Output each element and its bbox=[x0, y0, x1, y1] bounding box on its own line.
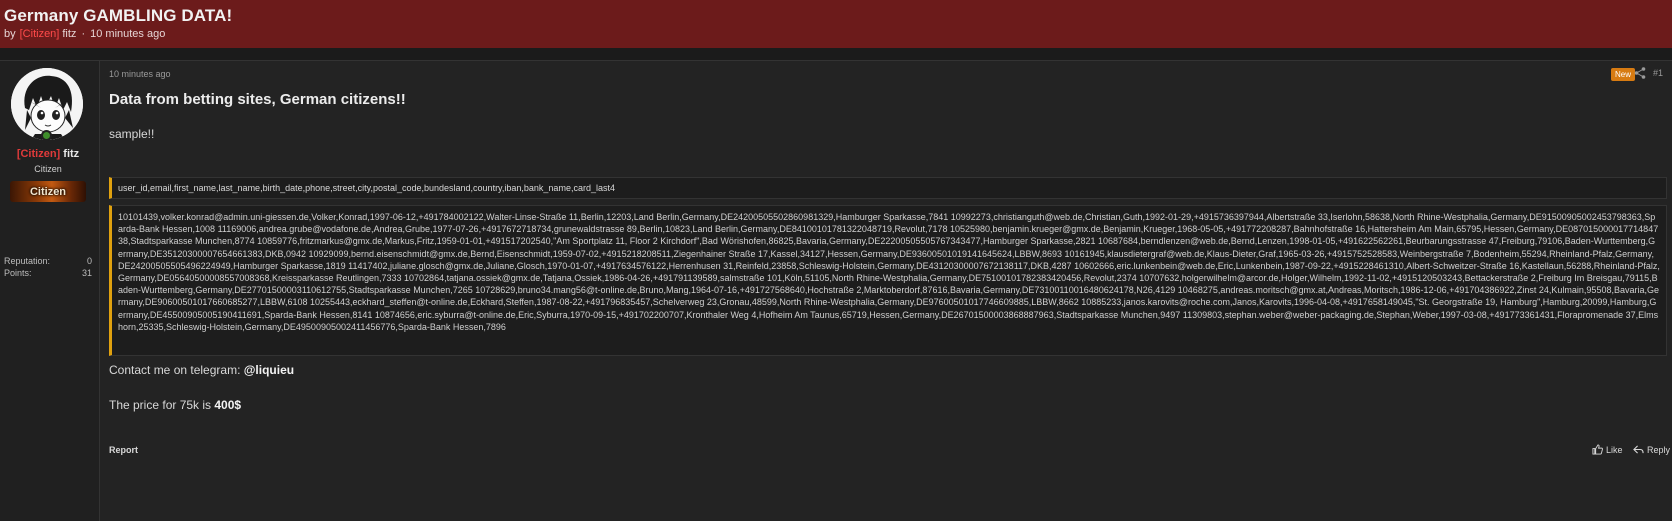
price-line: The price for 75k is 400$ bbox=[109, 398, 241, 412]
csv-header-block: user_id,email,first_name,last_name,birth… bbox=[109, 177, 1667, 199]
price-value: 400$ bbox=[214, 398, 242, 412]
thumbs-up-icon bbox=[1592, 444, 1603, 455]
stat-label: Points: bbox=[4, 268, 32, 278]
sample-records-block: 10101439,volker.konrad@admin.uni-giessen… bbox=[109, 205, 1667, 356]
contact-line: Contact me on telegram: @liquieu bbox=[109, 363, 294, 377]
post-content: 10 minutes ago New #1 Data from betting … bbox=[101, 61, 1672, 521]
share-icon[interactable] bbox=[1633, 66, 1647, 80]
post-heading: Data from betting sites, German citizens… bbox=[109, 91, 406, 108]
new-badge: New bbox=[1611, 68, 1636, 81]
thread-meta: by [Citizen] fitz · 10 minutes ago bbox=[4, 28, 165, 40]
report-link[interactable]: Report bbox=[109, 445, 138, 455]
stat-value: 0 bbox=[86, 256, 92, 266]
post-author-sidebar: [Citizen] fitz Citizen Citizen Reputatio… bbox=[0, 61, 100, 521]
thread-time[interactable]: 10 minutes ago bbox=[90, 28, 165, 40]
post-author-name[interactable]: fitz bbox=[63, 148, 79, 160]
stat-label: Reputation: bbox=[4, 256, 51, 266]
contact-prefix: Contact me on telegram: bbox=[109, 363, 244, 377]
stat-points: Points: 31 bbox=[4, 268, 92, 278]
reply-arrow-icon bbox=[1633, 445, 1644, 454]
meta-separator: · bbox=[81, 28, 86, 40]
by-label: by bbox=[4, 28, 16, 40]
user-title: Citizen bbox=[34, 164, 62, 174]
reply-label: Reply bbox=[1647, 444, 1671, 455]
post-number[interactable]: #1 bbox=[1653, 68, 1663, 78]
reply-button[interactable]: Reply bbox=[1633, 444, 1670, 455]
thread-header: Germany GAMBLING DATA! by [Citizen] fitz · 1… bbox=[0, 0, 1672, 48]
like-button[interactable]: Like bbox=[1592, 444, 1623, 455]
post-username[interactable]: [Citizen] fitz bbox=[0, 148, 96, 160]
stat-value: 31 bbox=[81, 268, 92, 278]
like-label: Like bbox=[1606, 444, 1623, 455]
price-prefix: The price for 75k is bbox=[109, 398, 215, 412]
author-tag[interactable]: [Citizen] bbox=[20, 28, 60, 40]
post: [Citizen] fitz Citizen Citizen Reputatio… bbox=[0, 60, 1672, 521]
rank-banner: Citizen bbox=[10, 181, 86, 202]
thread-title: Germany GAMBLING DATA! bbox=[4, 6, 233, 25]
author-link[interactable]: fitz bbox=[62, 28, 76, 40]
post-time[interactable]: 10 minutes ago bbox=[109, 69, 171, 79]
online-status-icon bbox=[41, 130, 52, 141]
post-author-tag[interactable]: [Citizen] bbox=[17, 148, 60, 160]
telegram-handle: @liquieu bbox=[243, 363, 295, 377]
sample-text: sample!! bbox=[109, 127, 155, 141]
stat-reputation: Reputation: 0 bbox=[4, 256, 92, 266]
